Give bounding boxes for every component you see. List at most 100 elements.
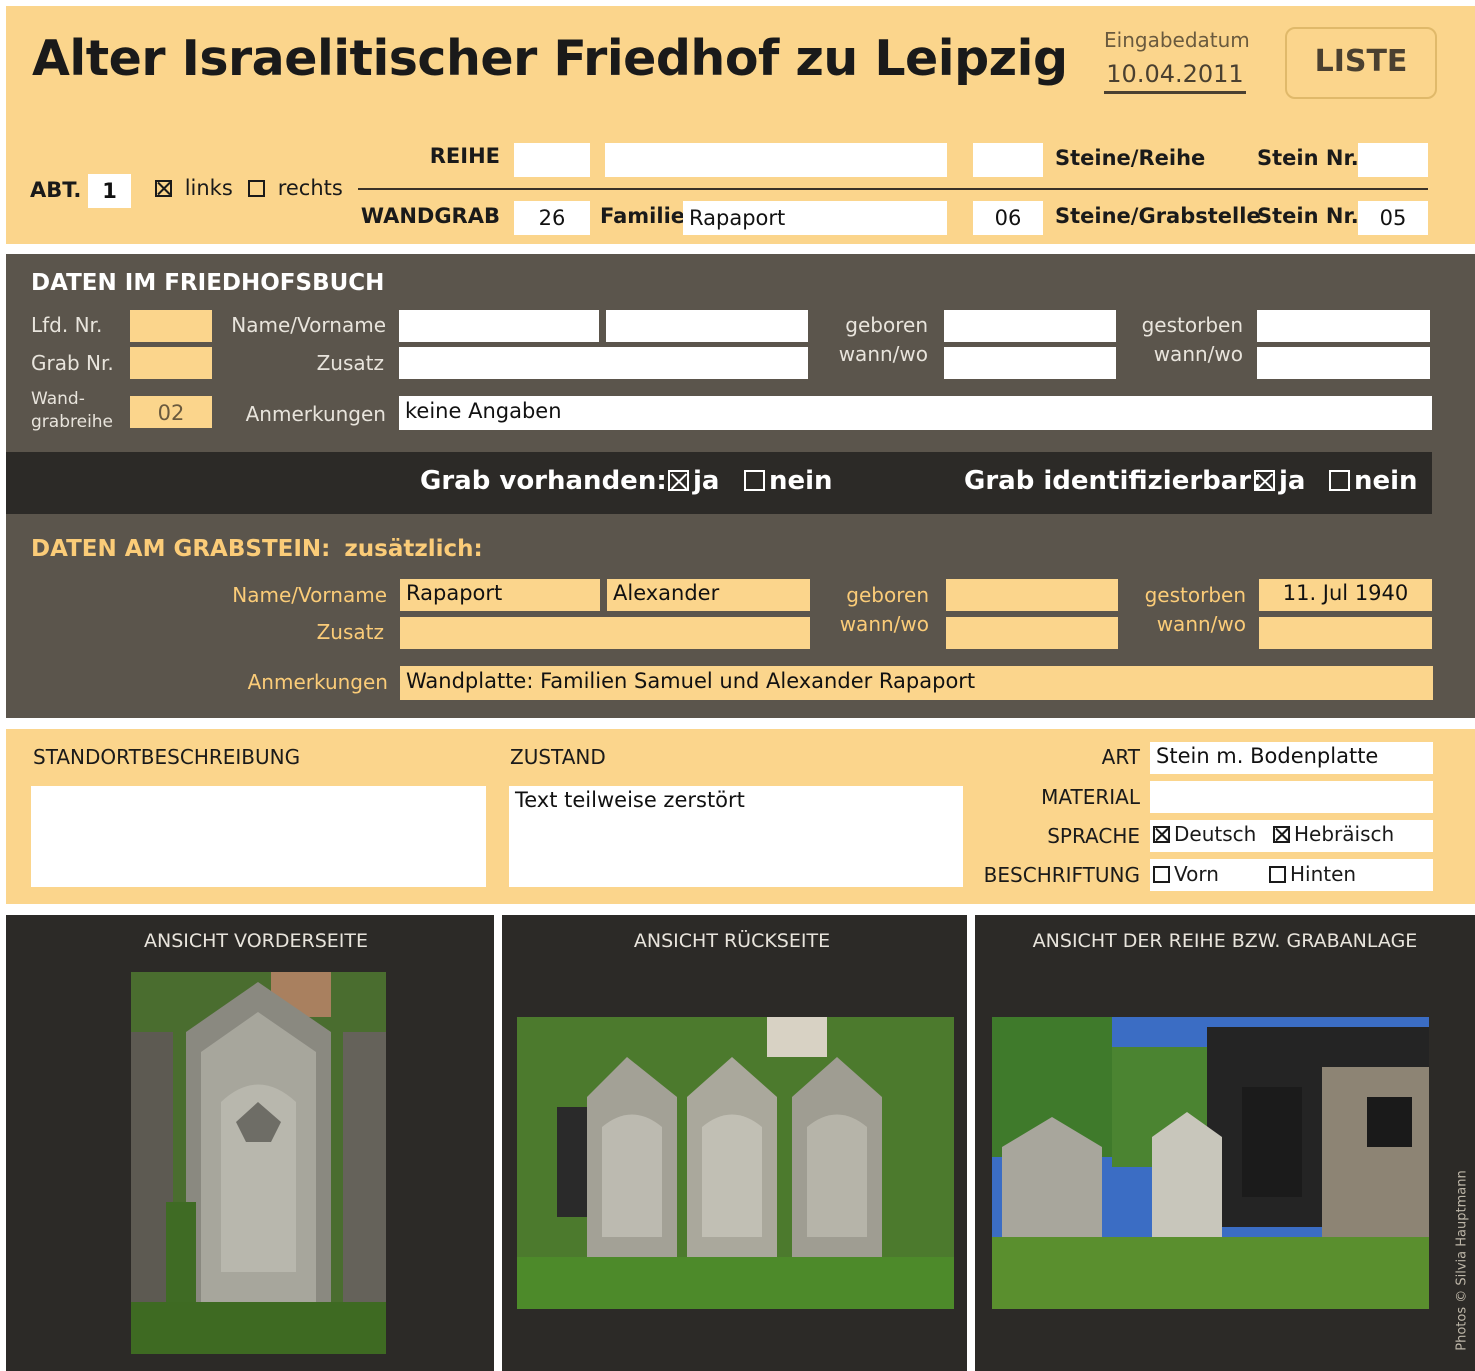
hebraeisch-label: Hebräisch — [1294, 822, 1395, 846]
geboren-wo-field[interactable] — [944, 347, 1116, 379]
hebraeisch-checkbox[interactable] — [1273, 826, 1290, 843]
anmerkungen-label: Anmerkungen — [245, 402, 386, 426]
name-field[interactable] — [399, 310, 599, 342]
back-view-label: ANSICHT RÜCKSEITE — [633, 930, 831, 952]
grabstein-heading-extra: zusätzlich: — [344, 536, 483, 562]
abt-field[interactable]: 1 — [88, 174, 131, 208]
gs-geboren-wo-field[interactable] — [946, 617, 1118, 649]
vorhanden-nein-option[interactable]: nein — [744, 466, 833, 496]
vorhanden-ja-option[interactable]: ja — [668, 466, 719, 496]
gs-geboren-sub-label: wann/wo — [839, 612, 929, 636]
art-label: ART — [1101, 745, 1140, 769]
zustand-field[interactable]: Text teilweise zerstört — [509, 786, 963, 887]
familie-field[interactable]: Rapaport — [683, 201, 947, 235]
sprache-hebraeisch-option[interactable]: Hebräisch — [1273, 822, 1394, 846]
wandgrabreihe-field[interactable]: 02 — [130, 396, 212, 428]
date-value[interactable]: 10.04.2011 — [1104, 60, 1246, 94]
front-view-label: ANSICHT VORDERSEITE — [143, 930, 368, 952]
stein-nr-reihe-field[interactable] — [1358, 143, 1428, 177]
name-label: Name/Vorname — [231, 313, 386, 337]
identifizierbar-ja-label: ja — [1279, 466, 1306, 496]
gs-gestorben-sub-label: wann/wo — [1156, 612, 1246, 636]
vorhanden-ja-label: ja — [693, 466, 720, 496]
standort-field[interactable] — [31, 786, 486, 887]
material-field[interactable] — [1150, 781, 1433, 813]
gs-zusatz-field[interactable] — [400, 617, 810, 649]
page-title: Alter Israelitischer Friedhof zu Leipzig — [32, 30, 1068, 87]
beschriftung-label: BESCHRIFTUNG — [983, 863, 1140, 887]
deutsch-label: Deutsch — [1174, 822, 1257, 846]
identifizierbar-ja-checkbox[interactable] — [1254, 470, 1275, 491]
wandgrabreihe-label: Wand- grabreihe — [31, 388, 113, 434]
vorname-field[interactable] — [606, 310, 808, 342]
stein-nr-label: Stein Nr. — [1257, 146, 1359, 170]
grab-identifizierbar-label: Grab identifizierbar: — [964, 466, 1262, 496]
gestorben-wann-field[interactable] — [1257, 310, 1430, 342]
links-option[interactable]: links — [155, 176, 233, 200]
grab-vorhanden-label: Grab vorhanden: — [420, 466, 667, 496]
sprache-label: SPRACHE — [1047, 824, 1140, 848]
links-label: links — [184, 176, 233, 200]
vorhanden-ja-checkbox[interactable] — [668, 470, 689, 491]
geboren-label: geboren — [845, 313, 928, 337]
friedhofsbuch-heading: DATEN IM FRIEDHOFSBUCH — [31, 270, 385, 296]
wandgrabreihe-label-line2: grabreihe — [31, 412, 114, 432]
liste-button[interactable]: LISTE — [1285, 27, 1437, 99]
vorhanden-nein-label: nein — [769, 466, 833, 496]
vorn-label: Vorn — [1174, 862, 1219, 886]
reihe-field[interactable] — [514, 143, 590, 177]
gs-gestorben-wann-field[interactable]: 11. Jul 1940 — [1259, 579, 1432, 611]
hinten-checkbox[interactable] — [1269, 866, 1286, 883]
date-label: Eingabedatum — [1104, 28, 1250, 52]
identifizierbar-nein-option[interactable]: nein — [1329, 466, 1418, 496]
gs-anmerkungen-label: Anmerkungen — [247, 670, 388, 694]
rechts-option[interactable]: rechts — [248, 176, 343, 200]
reihe-name-field[interactable] — [605, 143, 947, 177]
art-field[interactable]: Stein m. Bodenplatte — [1150, 742, 1433, 774]
links-checkbox[interactable] — [155, 180, 172, 197]
identifizierbar-nein-checkbox[interactable] — [1329, 470, 1350, 491]
grabstein-heading: DATEN AM GRABSTEIN: zusätzlich: — [31, 536, 483, 562]
rechts-checkbox[interactable] — [248, 180, 265, 197]
grab-field[interactable] — [130, 347, 212, 379]
gs-name-label: Name/Vorname — [232, 583, 387, 607]
row-view-photo — [992, 1017, 1429, 1309]
anmerkungen-field[interactable]: keine Angaben — [399, 396, 1432, 430]
material-label: MATERIAL — [1041, 785, 1140, 809]
gs-geboren-wann-field[interactable] — [946, 579, 1118, 611]
familie-label: Familie — [600, 204, 686, 228]
lfd-field[interactable] — [130, 310, 212, 342]
gestorben-label: gestorben — [1141, 313, 1243, 337]
beschriftung-vorn-option[interactable]: Vorn — [1153, 862, 1219, 886]
row-view-label: ANSICHT DER REIHE BZW. GRABANLAGE — [1032, 930, 1418, 952]
gs-zusatz-label: Zusatz — [316, 620, 384, 644]
vorhanden-nein-checkbox[interactable] — [744, 470, 765, 491]
stein-nr-grab-field[interactable]: 05 — [1358, 201, 1428, 235]
geboren-wann-field[interactable] — [944, 310, 1116, 342]
wandgrab-field[interactable]: 26 — [514, 201, 590, 235]
hinten-label: Hinten — [1290, 862, 1357, 886]
reihe-label: REIHE — [429, 144, 500, 168]
header-divider — [358, 188, 1428, 190]
geboren-sub-label: wann/wo — [838, 342, 928, 366]
gs-gestorben-wo-field[interactable] — [1259, 617, 1432, 649]
stein-nr-label-2: Stein Nr. — [1257, 204, 1359, 228]
gs-vorname-field[interactable]: Alexander — [607, 579, 810, 611]
zusatz-label: Zusatz — [316, 351, 384, 375]
zusatz-field[interactable] — [399, 347, 808, 379]
sprache-deutsch-option[interactable]: Deutsch — [1153, 822, 1256, 846]
gs-name-field[interactable]: Rapaport — [400, 579, 600, 611]
deutsch-checkbox[interactable] — [1153, 826, 1170, 843]
gestorben-wo-field[interactable] — [1257, 347, 1430, 379]
steine-reihe-label: Steine/Reihe — [1055, 146, 1206, 170]
vorn-checkbox[interactable] — [1153, 866, 1170, 883]
gs-anmerkungen-field[interactable]: Wandplatte: Familien Samuel und Alexande… — [400, 666, 1433, 700]
wandgrab-count-field[interactable]: 06 — [973, 201, 1043, 235]
identifizierbar-nein-label: nein — [1354, 466, 1418, 496]
gs-geboren-label: geboren — [846, 583, 929, 607]
identifizierbar-ja-option[interactable]: ja — [1254, 466, 1305, 496]
rechts-label: rechts — [277, 176, 343, 200]
front-view-photo — [131, 972, 386, 1354]
reihe-count-field[interactable] — [973, 143, 1043, 177]
beschriftung-hinten-option[interactable]: Hinten — [1269, 862, 1356, 886]
